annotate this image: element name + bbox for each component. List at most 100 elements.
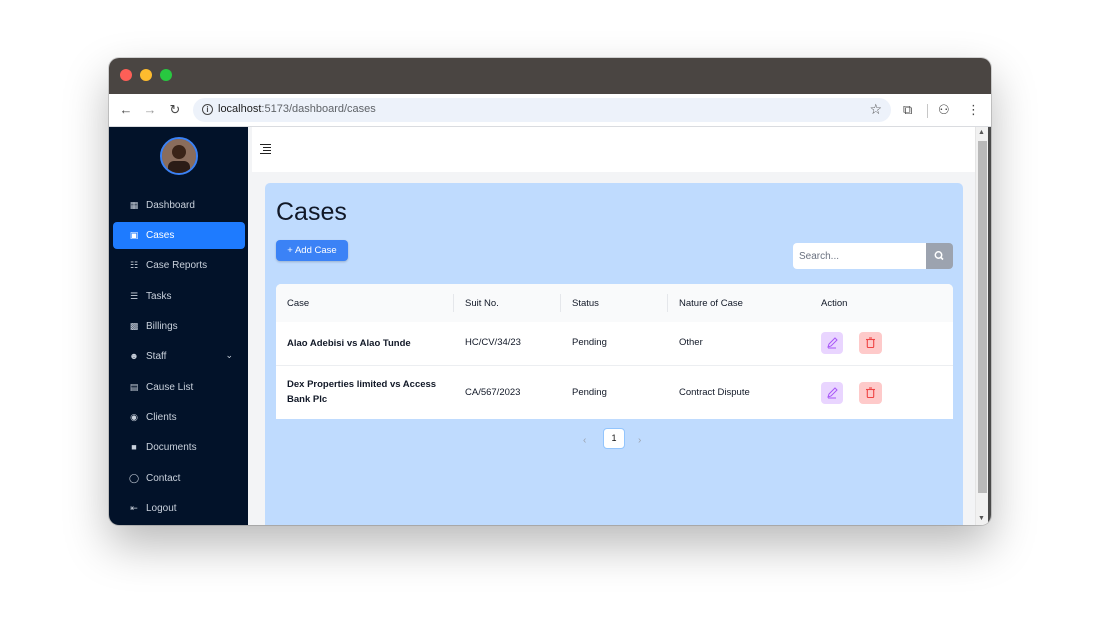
column-header-suit-no: Suit No.	[465, 298, 499, 309]
sidebar-item-contact[interactable]: ◯ Contact	[113, 465, 245, 492]
sidebar-item-label: Billings	[146, 321, 178, 332]
menu-toggle-icon[interactable]	[260, 144, 271, 155]
previous-page-icon[interactable]: ‹	[583, 435, 586, 446]
bookmark-star-icon[interactable]: ☆	[869, 101, 882, 118]
sidebar-item-staff[interactable]: ☻ Staff ⌄	[113, 343, 245, 370]
forward-arrow-icon[interactable]: →	[142, 102, 158, 118]
case-status: Pending	[572, 387, 607, 398]
sidebar-item-tasks[interactable]: ☰ Tasks	[113, 283, 245, 310]
chevron-down-icon: ⌄	[225, 350, 233, 360]
title-bar	[109, 58, 991, 94]
sidebar-item-label: Logout	[146, 503, 177, 514]
url-path: :5173/dashboard/cases	[261, 103, 376, 115]
handshake-icon: ◉	[130, 412, 138, 422]
delete-button[interactable]	[859, 332, 882, 354]
scroll-up-icon[interactable]: ▲	[978, 129, 985, 136]
pencil-icon	[827, 337, 838, 349]
url-host: localhost	[218, 103, 262, 115]
column-divider	[453, 294, 454, 312]
report-icon: ☷	[129, 260, 139, 270]
close-window-button[interactable]	[120, 69, 132, 81]
table-header: Case Suit No. Status Nature of Case Acti…	[276, 284, 953, 322]
site-info-icon[interactable]: i	[202, 104, 213, 115]
suit-number: CA/567/2023	[465, 387, 521, 398]
calendar-icon: ▤	[129, 382, 139, 392]
pencil-icon	[827, 387, 838, 399]
sidebar-item-label: Cause List	[146, 382, 194, 393]
sidebar-item-label: Staff	[146, 351, 167, 362]
delete-button[interactable]	[859, 382, 882, 404]
column-divider	[667, 294, 668, 312]
column-header-case: Case	[287, 298, 310, 309]
edit-button[interactable]	[821, 382, 843, 404]
minimize-window-button[interactable]	[140, 69, 152, 81]
list-icon: ☰	[129, 291, 139, 301]
column-header-status: Status	[572, 298, 599, 309]
column-divider	[560, 294, 561, 312]
maximize-window-button[interactable]	[160, 69, 172, 81]
trash-icon	[866, 387, 875, 399]
profile-icon[interactable]: ⚇	[938, 102, 950, 118]
sidebar-item-label: Contact	[146, 473, 181, 484]
money-icon: ▩	[129, 321, 139, 331]
cases-panel: Cases + Add Case Case Suit No. Status Na…	[265, 183, 963, 525]
sidebar-item-case-reports[interactable]: ☷ Case Reports	[113, 252, 245, 279]
sidebar-item-documents[interactable]: ■ Documents	[113, 434, 245, 461]
avatar-image	[162, 139, 196, 173]
users-icon: ☻	[129, 351, 139, 361]
sidebar: ▦ Dashboard ▣ Cases ☷ Case Reports ☰ Tas…	[109, 127, 248, 525]
reload-icon[interactable]: ↻	[167, 102, 183, 118]
sidebar-item-label: Dashboard	[146, 200, 195, 211]
sidebar-item-cases[interactable]: ▣ Cases	[113, 222, 245, 249]
sidebar-item-dashboard[interactable]: ▦ Dashboard	[113, 192, 245, 219]
edit-button[interactable]	[821, 332, 843, 354]
cases-table: Case Suit No. Status Nature of Case Acti…	[276, 284, 953, 419]
page-title: Cases	[276, 198, 347, 226]
scrollbar-thumb[interactable]	[978, 141, 987, 493]
suit-number: HC/CV/34/23	[465, 337, 521, 348]
search-icon	[934, 251, 944, 261]
trash-icon	[866, 337, 875, 349]
sidebar-item-label: Cases	[146, 230, 175, 241]
case-title: Alao Adebisi vs Alao Tunde	[287, 338, 411, 349]
sidebar-item-billings[interactable]: ▩ Billings	[113, 313, 245, 340]
browser-menu-icon[interactable]: ⋮	[967, 102, 980, 118]
add-case-button[interactable]: + Add Case	[276, 240, 348, 261]
document-icon: ■	[131, 442, 137, 452]
sidebar-item-label: Clients	[146, 412, 177, 423]
window-edge	[988, 127, 991, 525]
search-input[interactable]	[793, 243, 927, 269]
page-scrollbar[interactable]: ▲ ▼	[975, 127, 988, 525]
sidebar-item-cause-list[interactable]: ▤ Cause List	[113, 374, 245, 401]
case-nature: Other	[679, 337, 703, 348]
scroll-down-icon[interactable]: ▼	[978, 515, 985, 522]
page-number-button[interactable]: 1	[603, 428, 625, 449]
sidebar-item-clients[interactable]: ◉ Clients	[113, 404, 245, 431]
address-bar[interactable]: i localhost:5173/dashboard/cases ☆	[193, 98, 891, 122]
table-row[interactable]: Dex Properties limited vs Access Bank Pl…	[276, 367, 953, 419]
toolbar-divider	[927, 104, 928, 118]
sidebar-item-label: Documents	[146, 442, 197, 453]
sidebar-item-logout[interactable]: ⇤ Logout	[113, 495, 245, 522]
column-header-nature: Nature of Case	[679, 298, 743, 309]
top-bar	[252, 127, 975, 172]
case-status: Pending	[572, 337, 607, 348]
briefcase-icon: ▣	[129, 230, 139, 240]
case-title: Dex Properties limited vs Access Bank Pl…	[287, 379, 437, 405]
url-text: localhost:5173/dashboard/cases	[218, 103, 376, 115]
browser-window: ← → ↻ i localhost:5173/dashboard/cases ☆…	[109, 58, 991, 525]
logout-icon: ⇤	[130, 503, 138, 513]
table-row[interactable]: Alao Adebisi vs Alao Tunde HC/CV/34/23 P…	[276, 322, 953, 366]
avatar[interactable]	[160, 137, 198, 175]
extensions-icon[interactable]: ⧉	[903, 102, 912, 118]
contact-icon: ◯	[129, 473, 140, 483]
back-arrow-icon[interactable]: ←	[118, 102, 134, 118]
dashboard-icon: ▦	[129, 200, 139, 210]
sidebar-item-label: Case Reports	[146, 260, 208, 271]
case-nature: Contract Dispute	[679, 387, 750, 398]
column-header-action: Action	[821, 298, 848, 309]
search-button[interactable]	[926, 243, 953, 269]
next-page-icon[interactable]: ›	[638, 435, 641, 446]
browser-toolbar: ← → ↻ i localhost:5173/dashboard/cases ☆…	[109, 94, 991, 127]
main-content: Cases + Add Case Case Suit No. Status Na…	[248, 127, 975, 525]
